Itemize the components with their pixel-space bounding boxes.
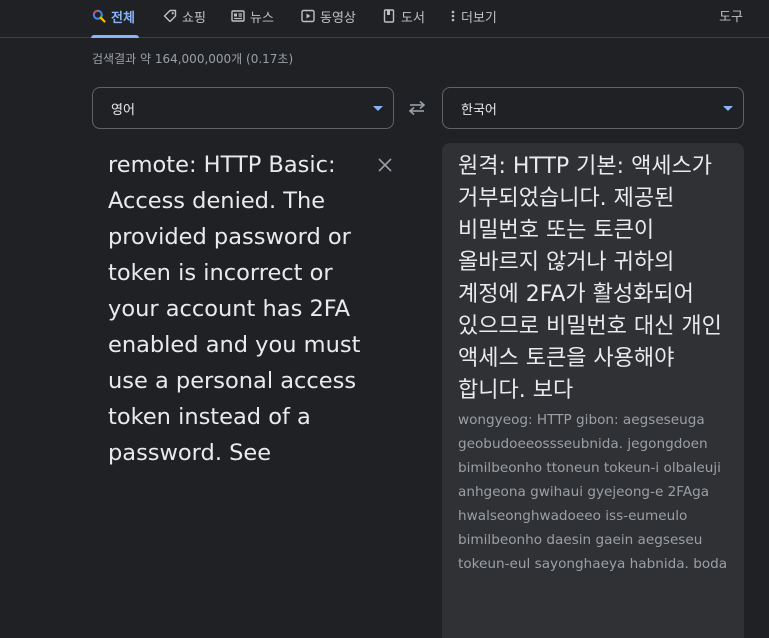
tab-more-label: 더보기 — [461, 10, 497, 26]
play-icon — [301, 9, 315, 23]
tab-news[interactable]: 뉴스 — [231, 6, 274, 26]
romanization-text: wongyeog: HTTP gibon: aegseseuga geobudo… — [458, 412, 728, 572]
tab-all-label: 전체 — [111, 10, 135, 26]
target-language-select[interactable]: 한국어 — [442, 87, 744, 129]
tag-icon — [163, 9, 177, 23]
source-text-input[interactable]: remote: HTTP Basic: Access denied. The p… — [108, 147, 368, 471]
target-language-label: 한국어 — [461, 102, 497, 118]
tab-books-label: 도서 — [401, 10, 425, 26]
translated-text: 원격: HTTP 기본: 액세스가 거부되었습니다. 제공된 비밀번호 또는 토… — [458, 154, 722, 403]
more-vert-icon — [450, 9, 456, 23]
search-nav-bar: 전체 쇼핑 뉴스 동영상 도서 더보기 도구 — [0, 0, 769, 38]
translation-output-panel: 원격: HTTP 기본: 액세스가 거부되었습니다. 제공된 비밀번호 또는 토… — [442, 143, 744, 638]
active-tab-indicator — [91, 35, 139, 38]
tab-videos[interactable]: 동영상 — [301, 6, 356, 26]
google-search-translate-page: 전체 쇼핑 뉴스 동영상 도서 더보기 도구 검색결과 약 164,000,00… — [0, 0, 769, 638]
tab-all[interactable]: 전체 — [92, 6, 135, 26]
tab-shopping[interactable]: 쇼핑 — [163, 6, 206, 26]
swap-arrows-icon — [408, 100, 426, 116]
source-language-select[interactable]: 영어 — [92, 87, 394, 129]
search-icon — [92, 9, 106, 23]
result-stats: 검색결과 약 164,000,000개 (0.17초) — [92, 52, 294, 66]
tab-shopping-label: 쇼핑 — [182, 10, 206, 26]
tools-button[interactable]: 도구 — [719, 6, 743, 25]
tab-news-label: 뉴스 — [250, 10, 274, 26]
clear-source-button[interactable] — [374, 154, 396, 176]
close-icon — [378, 158, 392, 172]
dropdown-arrow-icon — [723, 105, 733, 111]
newspaper-icon — [231, 9, 245, 23]
dropdown-arrow-icon — [373, 105, 383, 111]
tab-books[interactable]: 도서 — [382, 6, 425, 26]
tab-more[interactable]: 더보기 — [450, 6, 497, 26]
book-icon — [382, 9, 396, 23]
source-language-label: 영어 — [111, 102, 135, 118]
swap-languages-button[interactable] — [404, 96, 430, 120]
tab-videos-label: 동영상 — [320, 10, 356, 26]
